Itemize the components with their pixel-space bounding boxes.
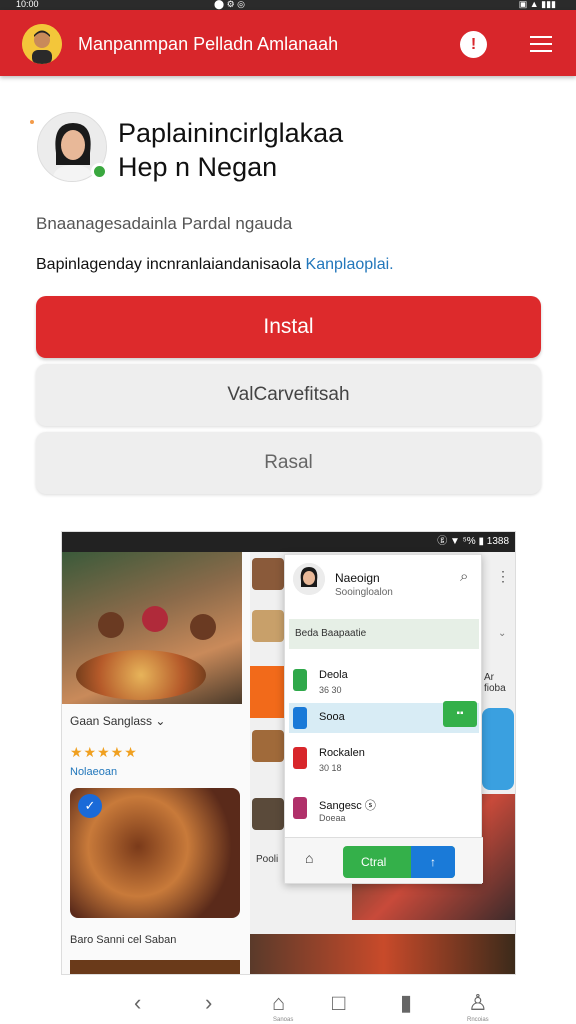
person-figure — [142, 606, 168, 632]
item-label: Rockalen — [319, 747, 365, 759]
more-icon[interactable]: ⋮ — [496, 568, 510, 585]
card-item[interactable]: Rockalen 30 18 — [289, 737, 479, 783]
forward-icon[interactable]: › — [205, 990, 212, 1016]
tagline: Bnaanagesadainla Pardal ngauda — [36, 214, 293, 233]
avatar-man-icon — [22, 24, 62, 64]
card-sub: Sooingloalon — [335, 587, 393, 598]
app-avatar[interactable] — [22, 24, 62, 64]
preview-dish-photo-2 — [70, 960, 240, 974]
alarm-icon[interactable]: ! — [460, 31, 487, 58]
item-icon — [293, 797, 307, 819]
preview-rating-sub: Nolaeoan — [70, 766, 118, 778]
tabs-icon[interactable]: □ — [332, 990, 345, 1016]
card-item[interactable]: Sangesc ⓢ Doeaa — [289, 787, 479, 833]
status-time: 10:00 — [16, 0, 39, 9]
home-label: Sanoas — [273, 1017, 294, 1023]
preview-stars: ★★★★★ — [70, 744, 138, 760]
item-icon — [293, 707, 307, 729]
person-figure — [98, 612, 124, 638]
preview-orange-block — [250, 666, 286, 718]
profile-icon[interactable]: ♙ — [468, 990, 488, 1016]
secondary-button[interactable]: ValCarvefitsah — [36, 364, 541, 426]
description-text: Bapinlagenday incnranlaiandanisaola — [36, 256, 302, 273]
card-name: Naeoign — [335, 571, 380, 585]
card-item[interactable]: Deola 36 30 — [289, 659, 479, 705]
app-screenshot-preview[interactable]: ⓖ ▼ ⁵% ▮ 1388 Gaan Sanglass ⌄ ★★★★★ Nola… — [61, 531, 516, 975]
check-icon: ✓ — [78, 794, 102, 818]
preview-crowd-photo-2 — [250, 934, 515, 974]
card-select[interactable]: Beda Baapaatie — [289, 619, 479, 649]
hamburger-icon[interactable] — [530, 36, 552, 54]
preview-thumb — [252, 558, 284, 590]
preview-thumb — [252, 610, 284, 642]
bottom-nav: ‹ › ⌂ Sanoas □ ▮ ♙ Rncoias — [0, 980, 576, 1024]
bookmark-icon[interactable]: ▮ — [400, 990, 412, 1016]
description-link[interactable]: Kanplaoplai. — [306, 256, 394, 273]
item-icon — [293, 669, 307, 691]
card-avatar — [293, 563, 325, 595]
app-bar: Manpanmpan Pelladn Amlanaah ! — [0, 10, 576, 76]
item-label: Sooa — [319, 711, 345, 723]
status-icons: ⬤ ⚙ ◎ — [214, 0, 245, 9]
status-bar: 10:00 ⬤ ⚙ ◎ ▣ ▲ ▮▮▮ — [0, 0, 576, 10]
card-footer: ⌂ Ctral ↑ — [285, 837, 483, 883]
preview-status-bar: ⓖ ▼ ⁵% ▮ 1388 — [62, 532, 515, 552]
app-page: 10:00 ⬤ ⚙ ◎ ▣ ▲ ▮▮▮ Manpanmpan Pelladn A… — [0, 0, 576, 1024]
preview-thumb — [252, 798, 284, 830]
preview-thumb — [252, 730, 284, 762]
tertiary-button[interactable]: Rasal — [36, 432, 541, 494]
online-status-icon — [91, 163, 108, 180]
food-plate — [76, 650, 206, 700]
preview-blue-block — [482, 708, 514, 790]
chevron-down-icon[interactable]: ⌄ — [498, 628, 506, 639]
item-label: Sangesc ⓢ — [319, 800, 376, 812]
profile-label: Rncoias — [467, 1017, 489, 1023]
app-title: Manpanmpan Pelladn Amlanaah — [78, 34, 339, 54]
preview-food-photo — [62, 552, 242, 704]
profile-name-line1: Paplainincirlglakaa — [118, 118, 344, 148]
profile-name-line2: Hep n Negan — [118, 152, 278, 182]
preview-bottom-label: Baro Sanni cel Saban — [70, 934, 177, 946]
preview-dropdown-card: Naeoign Sooingloalon Beda Baapaatie Deol… — [284, 554, 483, 884]
item-sub: Doeaa — [319, 813, 346, 823]
description: Bapinlagenday incnranlaiandanisaola Kanp… — [36, 256, 394, 274]
preview-side-text: Ar fioba — [484, 672, 506, 694]
avatar-woman-icon — [293, 563, 325, 595]
item-sub: 30 18 — [319, 763, 342, 773]
item-sub: 36 30 — [319, 685, 342, 695]
home-icon[interactable]: ⌂ — [272, 990, 285, 1016]
status-signal: ▣ ▲ ▮▮▮ — [518, 0, 556, 9]
search-icon[interactable]: ⌕ — [460, 568, 468, 585]
card-cta-button[interactable]: Ctral ↑ — [343, 846, 455, 878]
decorative-dot — [30, 120, 34, 124]
person-figure — [190, 614, 216, 640]
upload-icon: ↑ — [411, 846, 455, 878]
profile-name: Paplainincirlglakaa Hep n Negan — [118, 116, 343, 184]
home-icon[interactable]: ⌂ — [305, 850, 313, 866]
install-button[interactable]: Instal — [36, 296, 541, 358]
card-green-chip[interactable]: ▪▪ — [443, 701, 477, 727]
preview-side-text-2: Pooli — [256, 854, 279, 865]
item-icon — [293, 747, 307, 769]
cta-label: Ctral — [361, 855, 387, 869]
back-icon[interactable]: ‹ — [134, 990, 141, 1016]
item-label: Deola — [319, 669, 348, 681]
preview-rating-label: Gaan Sanglass ⌄ — [70, 714, 166, 728]
